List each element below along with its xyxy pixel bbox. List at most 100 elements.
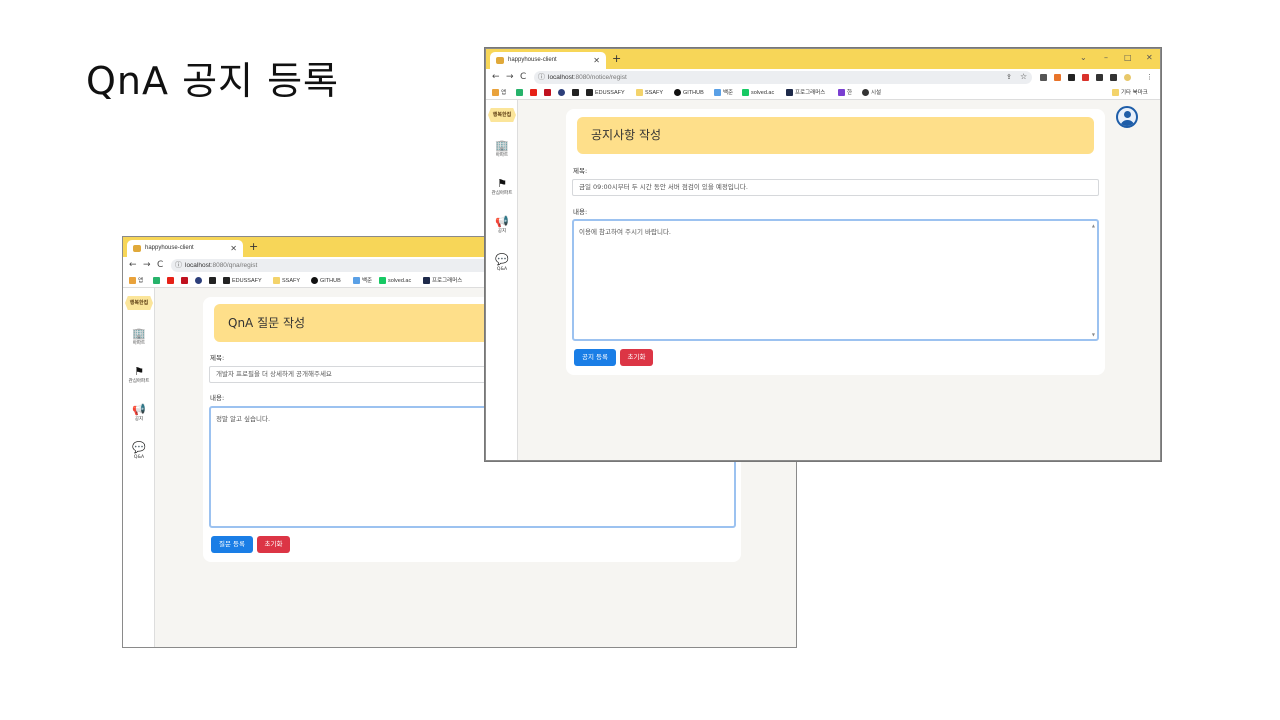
url-path: :8080/notice/regist bbox=[573, 74, 627, 81]
reset-button[interactable]: 초기화 bbox=[620, 349, 653, 366]
main-content: 공지사항 작성 제목: 금일 09:00시부터 두 시간 동안 서버 점검이 있… bbox=[519, 100, 1160, 460]
apps-grid-icon bbox=[129, 277, 136, 285]
profile-icon[interactable] bbox=[1124, 74, 1131, 81]
bookmark-han[interactable]: 한 bbox=[838, 89, 852, 97]
new-tab-button[interactable]: + bbox=[249, 239, 258, 255]
bookmark-icon-youtube[interactable] bbox=[530, 89, 539, 97]
bookmark-baekjoon[interactable]: 백준 bbox=[353, 277, 372, 285]
share-icon[interactable]: ⇪ bbox=[1006, 71, 1012, 83]
sidebar-item-notice[interactable]: 📢 공지 bbox=[123, 404, 155, 423]
reload-icon[interactable]: C bbox=[520, 71, 526, 83]
title-label: 제목: bbox=[210, 354, 225, 362]
bookmark-icon-netflix[interactable] bbox=[181, 277, 190, 285]
bookmark-icon-green[interactable] bbox=[153, 277, 162, 285]
bookmark-apps[interactable]: 앱 bbox=[492, 89, 506, 97]
extension-icon[interactable] bbox=[1068, 74, 1075, 81]
bookmark-facility[interactable]: 시설 bbox=[862, 89, 881, 97]
bookmark-icon-circle[interactable] bbox=[558, 89, 567, 97]
bookmark-icon-netflix[interactable] bbox=[544, 89, 553, 97]
back-arrow-icon[interactable]: ← bbox=[492, 71, 500, 83]
scroll-up-icon[interactable]: ▲ bbox=[1092, 223, 1095, 228]
bookmark-solved[interactable]: solved.ac bbox=[379, 277, 411, 285]
bookmark-apps[interactable]: 앱 bbox=[129, 277, 143, 285]
bookmark-edussafy[interactable]: EDUSSAFY bbox=[223, 277, 262, 285]
slide-title: QnA 공지 등록 bbox=[86, 59, 339, 103]
favicon-icon bbox=[133, 245, 141, 252]
bookmark-programmers[interactable]: 프로그래머스 bbox=[423, 277, 462, 285]
chat-bubbles-icon: 💬 bbox=[132, 441, 146, 454]
close-window-button[interactable]: ✕ bbox=[1146, 51, 1153, 65]
favicon-icon bbox=[496, 57, 504, 64]
sidebar-item-apartment[interactable]: 🏢 아파트 bbox=[123, 328, 155, 347]
url-field[interactable]: ⓘ localhost:8080/notice/regist bbox=[534, 71, 1032, 84]
bookmark-icon-circle[interactable] bbox=[195, 277, 204, 285]
site-info-icon: ⓘ bbox=[538, 74, 545, 81]
flag-icon: ⚑ bbox=[497, 177, 507, 190]
apps-grid-icon bbox=[492, 89, 499, 97]
back-arrow-icon[interactable]: ← bbox=[129, 259, 137, 271]
bookmark-icon-youtube[interactable] bbox=[167, 277, 176, 285]
forward-arrow-icon[interactable]: → bbox=[143, 259, 151, 271]
kebab-menu-icon[interactable]: ⋮ bbox=[1146, 71, 1153, 83]
bookmark-other[interactable]: 기타 북마크 bbox=[1112, 89, 1148, 97]
reset-button[interactable]: 초기화 bbox=[257, 536, 290, 553]
submit-question-button[interactable]: 질문 등록 bbox=[211, 536, 253, 553]
extension-icon[interactable] bbox=[1082, 74, 1089, 81]
sidebar-item-apartment[interactable]: 🏢 아파트 bbox=[486, 140, 518, 159]
reload-icon[interactable]: C bbox=[157, 259, 163, 271]
notice-form-card: 공지사항 작성 제목: 금일 09:00시부터 두 시간 동안 서버 점검이 있… bbox=[566, 109, 1105, 375]
tab-close-icon[interactable]: ✕ bbox=[593, 52, 600, 69]
bookmark-baekjoon[interactable]: 백준 bbox=[714, 89, 733, 97]
bookmark-edussafy[interactable]: EDUSSAFY bbox=[586, 89, 625, 97]
user-avatar-icon[interactable] bbox=[1116, 106, 1138, 128]
star-icon[interactable]: ☆ bbox=[1020, 71, 1027, 83]
megaphone-icon: 📢 bbox=[495, 215, 509, 228]
bookmarks-bar: 앱 EDUSSAFY SSAFY GITHUB 백준 solved.ac 프로그… bbox=[486, 86, 1160, 100]
content-textarea[interactable]: 이용에 참고하여 주시기 바랍니다. ▲ ▼ bbox=[572, 219, 1099, 341]
tab-strip: happyhouse-client ✕ + ⌄ – □ ✕ bbox=[486, 49, 1160, 69]
bookmark-programmers[interactable]: 프로그래머스 bbox=[786, 89, 825, 97]
tab-title: happyhouse-client bbox=[145, 245, 194, 251]
title-label: 제목: bbox=[573, 167, 588, 175]
tab-search-chevron-icon[interactable]: ⌄ bbox=[1080, 51, 1087, 65]
puzzle-icon[interactable] bbox=[1096, 74, 1103, 81]
tab-close-icon[interactable]: ✕ bbox=[230, 240, 237, 257]
url-host: localhost bbox=[548, 74, 574, 81]
minimize-button[interactable]: – bbox=[1104, 51, 1108, 65]
content-text: 이용에 참고하여 주시기 바랍니다. bbox=[579, 228, 671, 236]
bookmark-solved[interactable]: solved.ac bbox=[742, 89, 774, 97]
title-input[interactable]: 금일 09:00시부터 두 시간 동안 서버 점검이 있을 예정입니다. bbox=[572, 179, 1099, 196]
sidebar-item-favorite-apartment[interactable]: ⚑ 관심아파트 bbox=[486, 178, 518, 197]
address-bar-row: ← → C ⓘ localhost:8080/notice/regist ⇪ ☆… bbox=[486, 69, 1160, 86]
extension-icon[interactable] bbox=[1054, 74, 1061, 81]
bookmark-icon-m[interactable] bbox=[209, 277, 218, 285]
maximize-button[interactable]: □ bbox=[1124, 51, 1132, 65]
browser-tab[interactable]: happyhouse-client ✕ bbox=[490, 52, 606, 69]
bookmark-github[interactable]: GITHUB bbox=[674, 89, 704, 97]
new-tab-button[interactable]: + bbox=[612, 51, 621, 67]
sidebar-item-qna[interactable]: 💬 Q&A bbox=[123, 442, 155, 461]
url-host: localhost bbox=[185, 262, 211, 269]
forward-arrow-icon[interactable]: → bbox=[506, 71, 514, 83]
bookmark-icon-green[interactable] bbox=[516, 89, 525, 97]
bookmark-icon-m[interactable] bbox=[572, 89, 581, 97]
content-label: 내용: bbox=[573, 208, 588, 216]
url-path: :8080/qna/regist bbox=[210, 262, 258, 269]
bookmark-github[interactable]: GITHUB bbox=[311, 277, 341, 285]
sidepanel-icon[interactable] bbox=[1110, 74, 1117, 81]
card-header: 공지사항 작성 bbox=[577, 117, 1094, 154]
sidebar: 행복한집 🏢 아파트 ⚑ 관심아파트 📢 공지 💬 Q&A bbox=[123, 288, 155, 647]
site-logo[interactable]: 행복한집 bbox=[125, 296, 153, 310]
browser-tab[interactable]: happyhouse-client ✕ bbox=[127, 240, 243, 257]
sidebar-item-qna[interactable]: 💬 Q&A bbox=[486, 254, 518, 273]
sidebar-item-favorite-apartment[interactable]: ⚑ 관심아파트 bbox=[123, 366, 155, 385]
scroll-down-icon[interactable]: ▼ bbox=[1092, 332, 1095, 337]
submit-notice-button[interactable]: 공지 등록 bbox=[574, 349, 616, 366]
slide: QnA 공지 등록 happyhouse-client ✕ + ← → C ⓘ … bbox=[0, 0, 1280, 720]
sidebar-item-notice[interactable]: 📢 공지 bbox=[486, 216, 518, 235]
bookmark-ssafy[interactable]: SSAFY bbox=[636, 89, 663, 97]
extension-icon[interactable] bbox=[1040, 74, 1047, 81]
site-logo[interactable]: 행복한집 bbox=[488, 108, 516, 122]
bookmark-ssafy[interactable]: SSAFY bbox=[273, 277, 300, 285]
sidebar: 행복한집 🏢 아파트 ⚑ 관심아파트 📢 공지 💬 Q&A bbox=[486, 100, 518, 460]
